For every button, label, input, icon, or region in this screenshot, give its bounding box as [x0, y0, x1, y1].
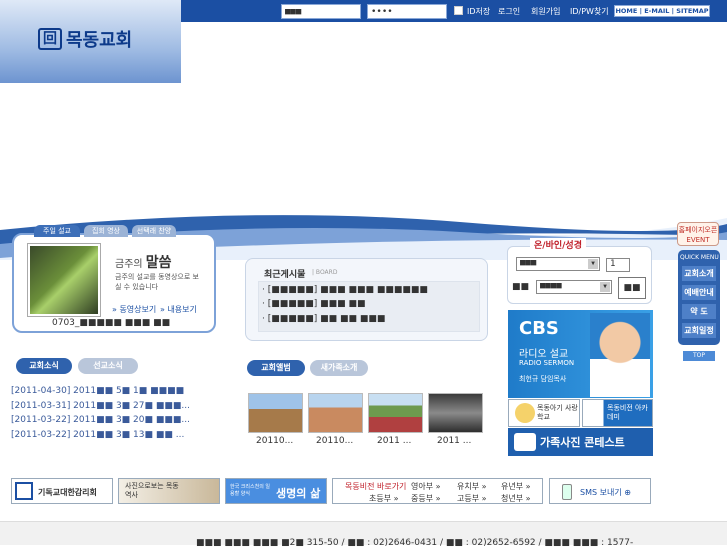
tab-mission-news[interactable]: 선교소식 [78, 358, 138, 374]
album-thumbnail[interactable] [428, 393, 483, 433]
album-thumbnail[interactable] [368, 393, 423, 433]
recent-posts-title: 최근게시물 [264, 270, 306, 280]
church-name: 목동교회 [66, 30, 133, 51]
bible-version-select[interactable]: ■■■■ ▼ [536, 280, 612, 294]
remember-id-checkbox[interactable] [454, 6, 463, 15]
daily-bread-small-label: 한국 크리스천의 일용할 양식 [230, 484, 270, 497]
dept-kindergarten-link[interactable]: 유치부 » [457, 481, 487, 492]
bible-chapter-input[interactable]: 1 [606, 258, 630, 272]
history-banner[interactable]: 사진으로보는 목동역사 [118, 478, 220, 504]
login-button[interactable]: 로그인 [498, 6, 520, 17]
cbs-radio-title: 라디오 설교 [519, 349, 569, 360]
list-item[interactable]: [2011-03-22] 2011■■ 3■ 13■ ■■ ... [11, 430, 184, 440]
cbs-radio-subtitle: RADIO SERMON [519, 359, 575, 367]
list-item[interactable]: [2011-03-31] 2011■■ 3■ 27■ ■■■... [11, 401, 190, 411]
family-photo-contest-label: 가족사진 콘테스트 [540, 436, 625, 449]
bible-chapter-value: 1 [610, 259, 616, 269]
daily-bread-label: 생명의 삶 [276, 487, 321, 500]
home-email-sitemap-links[interactable]: HOME | E-MAIL | SITEMAP [614, 5, 710, 17]
tab-meeting-video[interactable]: 집회 영상 [84, 225, 128, 237]
vision-academy-label: 목동비전 아카데미 [607, 404, 648, 421]
list-item[interactable]: · [■■■■■] ■■ ■■ ■■■ [262, 314, 385, 324]
quick-schedule[interactable]: 교회일정 [682, 323, 716, 338]
album-caption[interactable]: 20110... [316, 436, 353, 446]
bible-version-label: ■■ [512, 282, 530, 292]
cbs-logo: CBS [519, 318, 559, 339]
chevron-down-icon: ▼ [600, 282, 610, 292]
album-thumbnail[interactable] [248, 393, 303, 433]
content-view-link[interactable]: » 내용보기 [160, 304, 197, 315]
smile-icon [515, 403, 535, 423]
album-thumbnail[interactable] [308, 393, 363, 433]
sms-label: SMS 보내기 ⊕ [580, 488, 631, 497]
departments-title: 목동비전 바로가기 [345, 482, 407, 491]
remember-id-label: ID저장 [467, 7, 491, 16]
history-label: 사진으로보는 목동역사 [125, 482, 179, 499]
quick-church-intro[interactable]: 교회소개 [682, 266, 716, 281]
hero-area [181, 22, 727, 217]
family-photo-contest-banner[interactable]: 가족사진 콘테스트 [508, 428, 653, 456]
bible-version-value: ■■■■ [540, 281, 562, 291]
online-bible-title: 온/바인/성경 [530, 238, 586, 251]
cbs-pastor-name: 최헌규 담임목사 [519, 375, 567, 383]
dept-high-link[interactable]: 고등부 » [457, 493, 487, 504]
tab-sunday-sermon[interactable]: 주일 설교 [34, 225, 80, 237]
chevron-down-icon: ▼ [588, 259, 598, 269]
kmc-banner[interactable]: 기독교대한감리회 [11, 478, 113, 504]
sermon-heading-prefix: 금주의 [115, 259, 146, 270]
dept-youth-link[interactable]: 유년부 » [501, 481, 531, 492]
love-school-label: 목동아기 사랑학교 [537, 404, 578, 421]
departments-banner: 목동비전 바로가기 영아부 » 유치부 » 유년부 » 초등부 » 중등부 » … [332, 478, 543, 504]
sermon-heading-main: 말씀 [145, 255, 172, 271]
sermon-description: 금주의 설교를 동영상으로 보실 수 있습니다 [115, 273, 199, 291]
sermon-thumbnail[interactable] [28, 244, 100, 316]
find-account-link[interactable]: ID/PW찾기 [570, 6, 609, 17]
dept-young-adult-link[interactable]: 청년부 » [501, 493, 531, 504]
bible-book-value: ■■■ [520, 258, 537, 268]
tab-church-news[interactable]: 교회소식 [16, 358, 72, 374]
sermon-heading: 금주의 말씀 [115, 252, 172, 272]
album-caption[interactable]: 2011 ... [377, 436, 411, 446]
album-caption[interactable]: 20110... [256, 436, 293, 446]
love-school-banner[interactable]: 목동아기 사랑학교 [508, 399, 580, 427]
bible-go-button[interactable]: ■■ [618, 277, 646, 299]
video-view-link[interactable]: » 동영상보기 [112, 304, 156, 315]
kmc-label: 기독교대한감리회 [38, 488, 97, 497]
footer-address: ■■■ ■■■ ■■■ ■2■ 315-50 / ■■ : 02)2646-04… [196, 538, 634, 548]
sms-banner[interactable]: SMS 보내기 ⊕ [549, 478, 651, 504]
scroll-top-button[interactable]: TOP [682, 350, 716, 362]
album-caption[interactable]: 2011 ... [437, 436, 471, 446]
daily-bread-banner[interactable]: 한국 크리스천의 일용할 양식 생명의 삶 [225, 478, 327, 504]
church-logo[interactable]: 回 목동교회 [0, 0, 181, 83]
tab-new-family[interactable]: 새가족소개 [310, 360, 368, 376]
camera-icon [514, 433, 536, 451]
login-id-input[interactable] [281, 4, 361, 19]
dept-middle-link[interactable]: 중등부 » [411, 493, 441, 504]
dept-elementary-link[interactable]: 초등부 » [369, 493, 399, 504]
tab-praise[interactable]: 선택래 찬양 [132, 225, 176, 237]
quick-menu-title: QUICK MENU [680, 254, 719, 261]
dept-infant-link[interactable]: 영아부 » [411, 481, 441, 492]
church-logo-icon: 回 [38, 28, 62, 50]
list-item[interactable]: [2011-03-22] 2011■■ 3■ 20■ ■■■... [11, 415, 190, 425]
recent-posts-subtitle: | BOARD [312, 269, 338, 276]
kmc-logo-icon [15, 482, 33, 500]
bible-book-select[interactable]: ■■■ ▼ [516, 257, 600, 271]
phone-icon [562, 484, 572, 500]
quick-map[interactable]: 약 도 [682, 304, 716, 319]
vision-academy-banner[interactable]: 목동비전 아카데미 [582, 399, 653, 427]
login-password-input[interactable] [367, 4, 447, 19]
sermon-date-title[interactable]: 0703_■■■■■ ■■■ ■■ [52, 318, 170, 328]
homepage-open-event[interactable]: 홈페이지오픈 EVENT [677, 222, 719, 246]
tab-church-album[interactable]: 교회앨범 [247, 360, 305, 376]
quick-worship-info[interactable]: 예배안내 [682, 285, 716, 300]
list-item[interactable]: · [■■■■■] ■■■ ■■■ ■■■■■■ [262, 285, 428, 295]
list-item[interactable]: · [■■■■■] ■■■ ■■ [262, 299, 366, 309]
join-link[interactable]: 회원가입 [531, 6, 560, 17]
list-item[interactable]: [2011-04-30] 2011■■ 5■ 1■ ■■■■ [11, 386, 184, 396]
pastor-photo [590, 313, 650, 397]
